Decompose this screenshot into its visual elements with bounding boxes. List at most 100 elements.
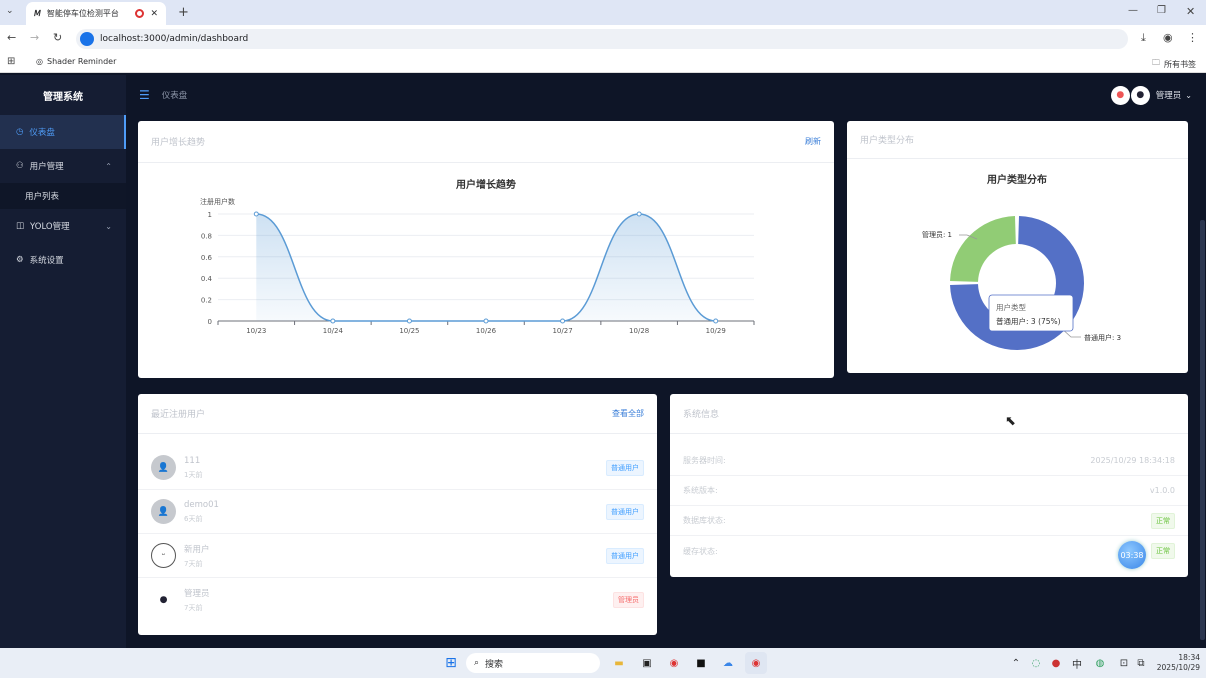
tray-up-icon[interactable]: ⌃ xyxy=(1005,652,1027,674)
y-tick-label: 0 xyxy=(208,318,212,326)
chrome-icon[interactable]: ◉ xyxy=(663,652,685,674)
info-label: 服务器时间: xyxy=(683,456,726,465)
y-tick-label: 1 xyxy=(208,211,212,219)
maximize-icon[interactable]: ❐ xyxy=(1157,5,1166,16)
back-icon[interactable]: ← xyxy=(7,31,16,44)
taskbar-search-label: 搜索 xyxy=(485,659,504,670)
tray-app-icon[interactable]: ◌ xyxy=(1025,652,1047,674)
user-time: 6天前 xyxy=(184,514,203,523)
x-tick-label: 10/25 xyxy=(399,327,419,335)
status-badge: 正常 xyxy=(1151,543,1175,559)
list-item[interactable]: 👤 demo01 6天前 普通用户 xyxy=(138,490,657,534)
role-tag: 管理员 xyxy=(613,592,644,608)
chrome-active-icon[interactable]: ◉ xyxy=(745,652,767,674)
user-time: 7天前 xyxy=(184,559,203,568)
user-name: 新用户 xyxy=(184,544,210,555)
chart-title: 用户增长趋势 xyxy=(455,178,516,191)
recording-icon xyxy=(135,9,145,18)
download-icon[interactable]: ⤓ xyxy=(1141,31,1146,45)
sidebar-item-user-list[interactable]: 用户列表 xyxy=(0,183,126,209)
apps-icon[interactable]: ⊞ xyxy=(7,56,15,67)
taskbar-search[interactable]: ⌕ 搜索 xyxy=(466,653,600,673)
info-value: 2025/10/29 18:34:18 xyxy=(1090,456,1175,465)
avatar[interactable]: ● xyxy=(1130,85,1150,105)
minimize-icon[interactable]: — xyxy=(1128,5,1138,16)
file-explorer-icon[interactable]: ▬ xyxy=(608,652,630,674)
info-label: 缓存状态: xyxy=(683,546,718,556)
data-point xyxy=(253,211,259,217)
address-bar[interactable]: localhost:3000/admin/dashboard xyxy=(76,29,1128,49)
mouse-cursor-icon: ⬉ xyxy=(1005,414,1016,429)
user-growth-card: 用户增长趋势 刷新 用户增长趋势 注册用户数 0 0.2 0.4 0.6 0.8 1 10/23… xyxy=(138,121,834,378)
tooltip-title: 用户类型 xyxy=(996,302,1026,312)
user-avatar-icon: 👤 xyxy=(151,455,176,480)
tooltip-text: 普通用户: 3 (75%) xyxy=(996,316,1061,326)
all-bookmarks[interactable]: 🗀 所有书签 xyxy=(1152,57,1196,71)
ime-indicator[interactable]: 中 xyxy=(1066,652,1088,674)
taskbar: ⊞ ⌕ 搜索 ▬ ▣ ◉ ■ ☁ ◉ ⌃ ◌ ● 中 ◍ ⊡ ⧉ 18:34 2… xyxy=(0,648,1206,678)
x-tick-label: 10/29 xyxy=(706,327,726,335)
header-user-name[interactable]: 管理员 xyxy=(1156,89,1182,101)
forward-icon[interactable]: → xyxy=(30,31,39,44)
info-row: 缓存状态: 正常 xyxy=(670,536,1188,566)
sidebar-item-dashboard[interactable]: ◷ 仪表盘 xyxy=(0,115,126,149)
card-title: 最近注册用户 xyxy=(151,410,206,420)
tab-close-icon[interactable]: ✕ xyxy=(150,9,158,19)
floating-timer-button[interactable]: 03:38 xyxy=(1118,541,1146,569)
x-tick-label: 10/26 xyxy=(476,327,497,335)
tab-title: 智能停车位检测平台 xyxy=(46,9,119,18)
user-name: 111 xyxy=(184,455,201,466)
info-label: 系统版本: xyxy=(683,486,718,495)
user-avatar-icon: ᵕ xyxy=(151,543,176,568)
card-header: 用户类型分布 xyxy=(847,121,1188,159)
sidebar-item-settings[interactable]: ⚙ 系统设置 xyxy=(0,243,126,277)
user-growth-chart: 用户增长趋势注册用户数 0 0.2 0.4 0.6 0.8 1 10/23 10/24 10/25… xyxy=(200,178,755,335)
site-info-icon[interactable] xyxy=(80,32,94,46)
terminal-icon[interactable]: ▣ xyxy=(636,652,658,674)
url-text[interactable]: localhost:3000/admin/dashboard xyxy=(100,34,248,44)
sidebar-item-user-management[interactable]: ⚇ 用户管理 ⌃ xyxy=(0,149,126,183)
sidebar-item-label: YOLO管理 xyxy=(30,222,70,232)
sidebar-item-yolo[interactable]: ◫ YOLO管理 ⌄ xyxy=(0,209,126,243)
bookmark-item[interactable]: ◎ Shader Reminder xyxy=(36,57,116,66)
list-item[interactable]: ● 管理员 7天前 管理员 xyxy=(138,578,657,622)
search-icon: ⌕ xyxy=(474,658,480,668)
chat-icon[interactable]: ☁ xyxy=(717,652,739,674)
page-scrollbar[interactable] xyxy=(1200,220,1205,640)
system-info-card: 系统信息 服务器时间: 2025/10/29 18:34:18 系统版本: v1.0… xyxy=(670,394,1188,577)
data-point xyxy=(713,318,719,324)
windows-start-icon[interactable]: ⊞ xyxy=(440,652,462,674)
y-axis-label: 注册用户数 xyxy=(200,197,235,206)
clock[interactable]: 18:34 2025/10/29 xyxy=(1150,653,1200,673)
view-all-link[interactable]: 查看全部 xyxy=(612,408,644,419)
new-tab-icon[interactable]: + xyxy=(178,5,189,20)
user-avatar-icon: 👤 xyxy=(151,499,176,524)
y-tick-label: 0.6 xyxy=(201,254,213,262)
list-item[interactable]: ᵕ 新用户 7天前 普通用户 xyxy=(138,534,657,578)
volume-icon[interactable]: ⧉ xyxy=(1130,652,1152,674)
chevron-down-icon: ⌄ xyxy=(105,221,112,231)
data-point xyxy=(330,318,336,324)
tab-search-icon[interactable]: ⌄ xyxy=(6,6,14,16)
app-icon[interactable]: ■ xyxy=(690,652,712,674)
hamburger-icon[interactable]: ☰ xyxy=(139,88,150,102)
window-close-icon[interactable]: ✕ xyxy=(1186,5,1195,18)
reload-icon[interactable]: ↻ xyxy=(53,31,62,44)
profile-icon[interactable]: ◉ xyxy=(1163,31,1173,44)
tray-app-icon[interactable]: ◍ xyxy=(1089,652,1111,674)
card-header: 用户增长趋势 刷新 xyxy=(138,121,834,163)
refresh-button[interactable]: 刷新 xyxy=(805,136,821,147)
avatar[interactable]: ● xyxy=(1110,85,1130,105)
slice-label: 普通用户: 3 xyxy=(1084,333,1121,342)
role-tag: 普通用户 xyxy=(606,547,644,564)
all-bookmarks-label: 所有书签 xyxy=(1164,59,1196,69)
chevron-down-icon[interactable]: ⌄ xyxy=(1185,91,1192,100)
browser-tab[interactable]: 𝘔 智能停车位检测平台 ✕ xyxy=(26,2,166,25)
camera-icon: ◫ xyxy=(16,221,25,231)
list-item[interactable]: 👤 111 1天前 普通用户 xyxy=(138,446,657,490)
clock-date: 2025/10/29 xyxy=(1156,663,1200,672)
x-tick-label: 10/24 xyxy=(323,327,344,335)
menu-icon[interactable]: ⋮ xyxy=(1187,31,1198,44)
tray-app-icon[interactable]: ● xyxy=(1045,652,1067,674)
data-point xyxy=(560,318,566,324)
